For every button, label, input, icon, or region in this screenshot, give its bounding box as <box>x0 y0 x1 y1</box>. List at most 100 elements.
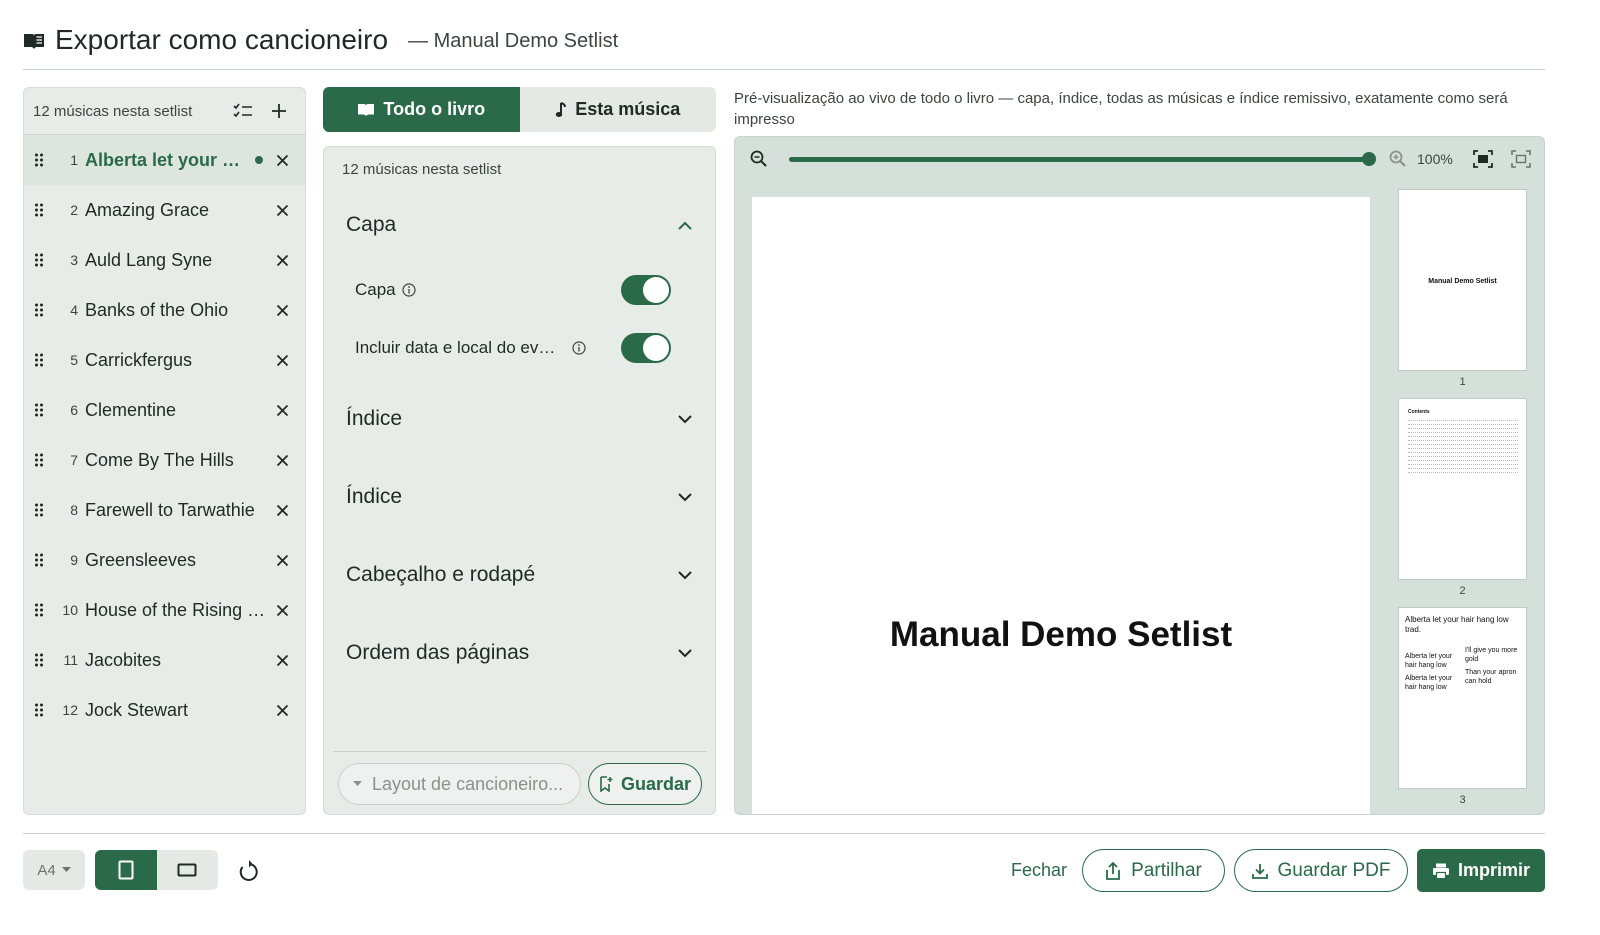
paper-size-select[interactable]: A4 <box>23 850 85 890</box>
setlist-subtitle: — Manual Demo Setlist <box>408 30 619 52</box>
info-icon[interactable] <box>402 283 416 297</box>
section-cover-header[interactable]: Capa <box>346 213 692 237</box>
drag-handle-icon[interactable] <box>34 203 46 217</box>
tab-this-song-label: Esta música <box>575 99 681 119</box>
section-index-alt-header[interactable]: Índice <box>346 485 692 509</box>
section-header-footer-title: Cabeçalho e rodapé <box>346 563 536 586</box>
section-page-order-header[interactable]: Ordem das páginas <box>346 641 692 665</box>
drag-handle-icon[interactable] <box>34 553 46 567</box>
song-title: Greensleeves <box>85 549 197 570</box>
page-thumbnail-2[interactable]: Contents <box>1398 398 1527 580</box>
tab-whole-book-label: Todo o livro <box>383 99 486 119</box>
tab-this-song[interactable]: Esta música <box>520 87 717 132</box>
save-layout-button[interactable]: Guardar <box>588 763 702 805</box>
plus-icon <box>272 104 286 118</box>
settings-song-count: 12 músicas nesta setlist <box>342 161 502 178</box>
song-list-item[interactable]: 7 Come By The Hills <box>24 435 305 485</box>
save-layout-label: Guardar <box>620 773 692 794</box>
song-number: 12 <box>62 702 78 718</box>
caret-down-icon <box>353 781 362 786</box>
section-header-footer-header[interactable]: Cabeçalho e rodapé <box>346 563 692 587</box>
zoom-slider[interactable] <box>789 152 1376 166</box>
fit-screen-icon <box>1473 150 1493 168</box>
section-index-alt-title: Índice <box>346 485 403 508</box>
remove-song-button[interactable] <box>273 551 291 569</box>
lyric-line: I'll give you more <box>1465 647 1518 654</box>
song-number: 5 <box>70 352 78 368</box>
song-list-item[interactable]: 9 Greensleeves <box>24 535 305 585</box>
song-title: Amazing Grace <box>85 199 210 220</box>
select-songs-button[interactable] <box>227 95 259 127</box>
print-label: Imprimir <box>1457 860 1531 880</box>
info-icon[interactable] <box>572 341 586 355</box>
drag-handle-icon[interactable] <box>34 453 46 467</box>
unsaved-dot-icon <box>255 156 263 164</box>
page-thumbnail-1[interactable]: Manual Demo Setlist <box>1398 189 1527 371</box>
song-number: 6 <box>70 402 78 418</box>
remove-song-button[interactable] <box>273 251 291 269</box>
checklist-icon <box>233 103 252 118</box>
remove-song-button[interactable] <box>273 201 291 219</box>
drag-handle-icon[interactable] <box>34 353 46 367</box>
remove-song-button[interactable] <box>273 701 291 719</box>
section-page-order-title: Ordem das páginas <box>346 641 530 664</box>
remove-song-button[interactable] <box>273 501 291 519</box>
remove-song-button[interactable] <box>273 601 291 619</box>
song-list-item[interactable]: 3 Auld Lang Syne <box>24 235 305 285</box>
section-index-header[interactable]: Índice <box>346 407 692 431</box>
remove-song-button[interactable] <box>273 651 291 669</box>
lyric-line: gold <box>1465 656 1479 663</box>
page-title: Exportar como cancioneiro <box>55 24 389 55</box>
drag-handle-icon[interactable] <box>34 653 46 667</box>
zoom-in-button[interactable] <box>1389 150 1407 168</box>
landscape-button[interactable] <box>157 850 219 890</box>
song-title: Clementine <box>85 399 177 420</box>
layout-select[interactable]: Layout de cancioneiro... <box>338 763 581 805</box>
lyric-line: Alberta let your <box>1405 653 1453 660</box>
song-title: Banks of the Ohio <box>85 299 229 320</box>
remove-song-button[interactable] <box>273 451 291 469</box>
song-number: 2 <box>70 202 78 218</box>
song-list-item[interactable]: 6 Clementine <box>24 385 305 435</box>
drag-handle-icon[interactable] <box>34 253 46 267</box>
event-toggle[interactable] <box>621 333 671 363</box>
song-list-item[interactable]: 2 Amazing Grace <box>24 185 305 235</box>
remove-song-button[interactable] <box>273 301 291 319</box>
zoom-slider-thumb[interactable] <box>1362 152 1376 166</box>
drag-handle-icon[interactable] <box>34 603 46 617</box>
print-button[interactable]: Imprimir <box>1417 849 1545 892</box>
remove-song-button[interactable] <box>273 351 291 369</box>
portrait-button[interactable] <box>95 850 157 890</box>
page-number-2: 2 <box>1459 585 1466 597</box>
song-list-item[interactable]: 12 Jock Stewart <box>24 685 305 735</box>
drag-handle-icon[interactable] <box>34 153 46 167</box>
save-pdf-button[interactable]: Guardar PDF <box>1234 849 1408 892</box>
drag-handle-icon[interactable] <box>34 503 46 517</box>
reset-button[interactable] <box>237 857 261 883</box>
fit-page-button[interactable] <box>1473 150 1493 168</box>
song-list-item[interactable]: 1 Alberta let your hair hang low <box>24 135 305 185</box>
tab-whole-book[interactable]: Todo o livro <box>323 87 520 132</box>
song-count-label: 12 músicas nesta setlist <box>33 102 193 120</box>
drag-handle-icon[interactable] <box>34 703 46 717</box>
song-list-item[interactable]: 5 Carrickfergus <box>24 335 305 385</box>
drag-handle-icon[interactable] <box>34 403 46 417</box>
song-list-item[interactable]: 11 Jacobites <box>24 635 305 685</box>
event-toggle-row: Incluir data e local do evento <box>355 333 671 363</box>
share-button[interactable]: Partilhar <box>1082 849 1225 892</box>
page-thumbnail-3[interactable]: Alberta let your hair hang low trad. Alb… <box>1398 607 1527 789</box>
fullscreen-button[interactable] <box>1511 150 1531 168</box>
cover-toggle[interactable] <box>621 275 671 305</box>
zoom-out-button[interactable] <box>750 150 768 168</box>
remove-song-button[interactable] <box>273 401 291 419</box>
add-song-button[interactable] <box>263 95 295 127</box>
close-button[interactable]: Fechar <box>1011 860 1067 881</box>
thumbnail-lyrics-right: I'll give you more gold Than your apron can… <box>1465 646 1523 690</box>
remove-song-button[interactable] <box>273 151 291 169</box>
drag-handle-icon[interactable] <box>34 303 46 317</box>
song-list-item[interactable]: 8 Farewell to Tarwathie <box>24 485 305 535</box>
zoom-in-icon <box>1389 150 1406 167</box>
song-list-item[interactable]: 10 House of the Rising Sun <box>24 585 305 635</box>
song-list-item[interactable]: 4 Banks of the Ohio <box>24 285 305 335</box>
share-icon <box>1106 861 1121 880</box>
